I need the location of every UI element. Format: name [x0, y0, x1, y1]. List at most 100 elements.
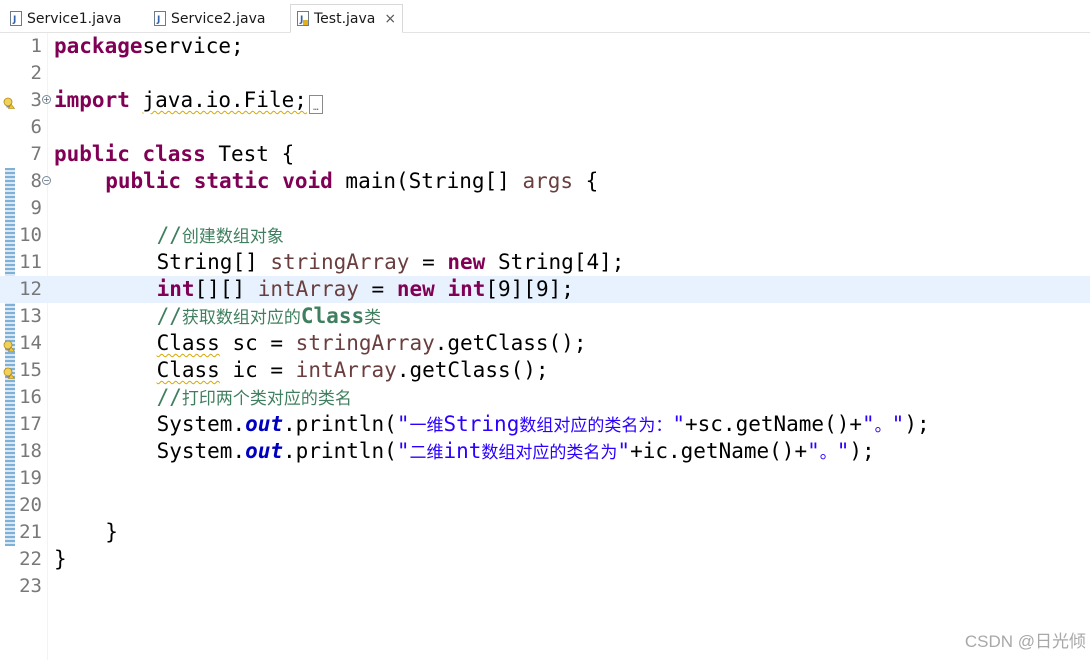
code-line[interactable]: 16 //打印两个类对应的类名: [0, 384, 1090, 411]
line-number: 17: [19, 413, 42, 435]
code-line[interactable]: 9: [0, 195, 1090, 222]
string-token: ": [807, 439, 820, 463]
line-number: 11: [19, 251, 42, 273]
code-line[interactable]: 20: [0, 492, 1090, 519]
code-line[interactable]: 13 //获取数组对应的Class类: [0, 303, 1090, 330]
code-token: =: [358, 277, 397, 301]
tab-service1[interactable]: J Service1.java: [4, 4, 127, 33]
warning-lightbulb-icon[interactable]: [3, 337, 16, 352]
warning-lightbulb-icon[interactable]: [3, 94, 16, 109]
svg-text:J: J: [299, 15, 303, 25]
code-text: }: [54, 546, 67, 573]
code-line[interactable]: 14 Class sc = stringArray.getClass();: [0, 330, 1090, 357]
comment-token: //: [156, 304, 182, 328]
comment-token: 创建数组对象: [181, 227, 284, 247]
string-token: ": [862, 412, 875, 436]
code-token: =: [409, 250, 448, 274]
code-line[interactable]: 8− public static void main(String[] args…: [0, 168, 1090, 195]
line-number: 7: [30, 143, 42, 165]
watermark: CSDN @日光倾: [964, 632, 1086, 651]
code-token: System.: [143, 412, 246, 436]
code-line[interactable]: 18 System.out.println("二维int数组对应的类名为"+ic…: [0, 438, 1090, 465]
string-token: 二维: [409, 443, 444, 463]
code-line[interactable]: 11 String[] stringArray = new String[4];: [0, 249, 1090, 276]
code-token: service;: [142, 34, 244, 58]
editor-tab-bar: J Service1.java J Service2.java J Test.j…: [0, 0, 1090, 33]
string-token: 一维: [409, 416, 444, 436]
keyword-token: import: [54, 88, 130, 112]
line-number: 16: [19, 386, 42, 408]
comment-token: Class: [300, 304, 365, 328]
string-token: ": [396, 412, 410, 436]
close-tab-icon[interactable]: ×: [384, 11, 396, 27]
string-token: ": [617, 439, 631, 463]
string-token: ": [891, 412, 905, 436]
code-text: public class Test {: [54, 141, 294, 168]
java-file-icon: J: [10, 11, 22, 26]
code-token: String[]: [143, 250, 271, 274]
string-token: 数组对应的类名为: [481, 443, 618, 463]
code-line[interactable]: 15 Class ic = intArray.getClass();: [0, 357, 1090, 384]
tab-service2[interactable]: J Service2.java: [148, 4, 271, 33]
string-token: 。: [874, 416, 892, 436]
svg-text:J: J: [12, 15, 16, 25]
tab-label: Service1.java: [27, 10, 122, 27]
code-token: );: [904, 412, 930, 436]
expand-fold-icon[interactable]: +: [42, 95, 51, 104]
warning-token: Class: [156, 331, 220, 355]
code-line[interactable]: 21 }: [0, 519, 1090, 546]
code-line[interactable]: 10 //创建数组对象: [0, 222, 1090, 249]
code-token: [][]: [194, 277, 258, 301]
line-number: 6: [30, 116, 42, 138]
code-line[interactable]: 19: [0, 465, 1090, 492]
code-line[interactable]: 22}: [0, 546, 1090, 573]
warning-lightbulb-icon[interactable]: [3, 364, 16, 379]
code-line[interactable]: 23: [0, 573, 1090, 600]
code-token: +ic.getName()+: [630, 439, 808, 463]
comment-token: 打印两个类对应的类名: [181, 389, 352, 409]
code-token: ic =: [219, 358, 296, 382]
code-token: sc =: [219, 331, 296, 355]
code-token: );: [849, 439, 875, 463]
field-token: out: [245, 412, 284, 436]
code-token: }: [54, 547, 67, 571]
variable-token: stringArray: [295, 331, 435, 355]
keyword-token: package: [54, 34, 143, 58]
tab-label: Test.java: [314, 10, 376, 27]
code-editor[interactable]: 1 packageservice; 2 3 + import java.io.File;……: [0, 33, 1090, 660]
collapsed-imports-box[interactable]: …: [308, 95, 323, 114]
warning-token: java.io.File;: [142, 88, 307, 112]
code-line[interactable]: 6: [0, 114, 1090, 141]
code-line[interactable]: 7 public class Test {: [0, 141, 1090, 168]
code-token: +sc.getName()+: [685, 412, 863, 436]
line-number: 19: [19, 467, 42, 489]
code-line[interactable]: 1 packageservice;: [0, 33, 1090, 60]
code-text: //获取数组对应的Class类: [144, 303, 382, 332]
keyword-token: public static void: [105, 169, 333, 193]
keyword-token: new: [396, 277, 435, 301]
code-token: .getClass();: [396, 358, 549, 382]
line-number: 1: [30, 35, 42, 57]
java-file-icon: J: [297, 11, 309, 26]
variable-token: intArray: [257, 277, 359, 301]
code-token: [9][9];: [485, 277, 574, 301]
code-line[interactable]: 12 int[][] intArray = new int[9][9];: [0, 276, 1090, 303]
variable-token: args: [522, 169, 574, 193]
comment-token: 类: [364, 308, 382, 328]
string-token: ": [836, 439, 850, 463]
code-line[interactable]: 17 System.out.println("一维String数组对应的类名为：…: [0, 411, 1090, 438]
tab-label: Service2.java: [171, 10, 266, 27]
collapse-fold-icon[interactable]: −: [42, 176, 51, 185]
warning-token: Class: [156, 358, 220, 382]
comment-token: //: [156, 223, 182, 247]
code-line[interactable]: 2: [0, 60, 1090, 87]
code-line[interactable]: 3 + import java.io.File;…: [0, 87, 1090, 114]
code-text: System.out.println("二维int数组对应的类名为"+ic.ge…: [144, 438, 875, 467]
code-text: Class ic = intArray.getClass();: [144, 357, 549, 384]
tab-test[interactable]: J Test.java ×: [290, 4, 404, 33]
